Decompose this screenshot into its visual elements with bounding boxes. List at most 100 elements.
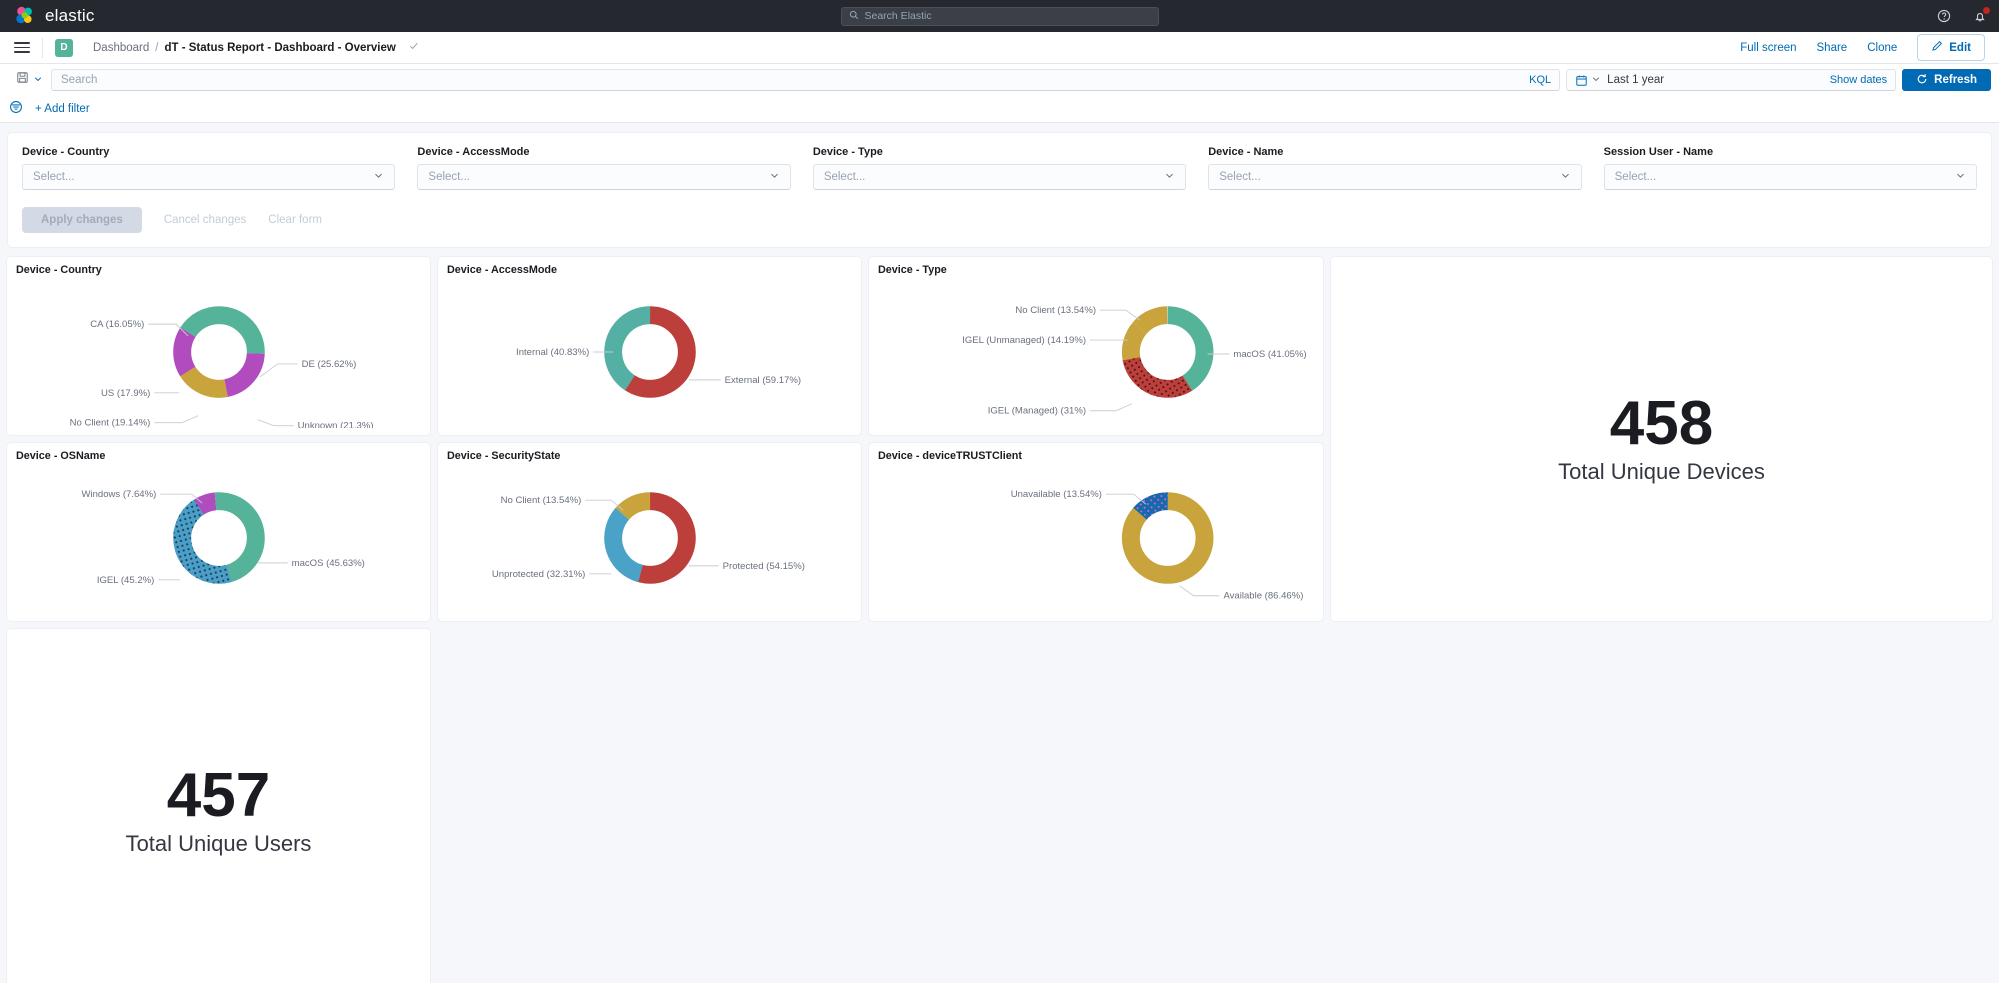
slice-label: macOS (45.63%): [292, 558, 365, 569]
control-select[interactable]: Select...: [22, 164, 395, 190]
chevron-down-icon: [1955, 170, 1966, 184]
breadcrumb-dashboard[interactable]: Dashboard: [93, 42, 149, 54]
slice-label: Unavailable (13.54%): [1011, 489, 1102, 500]
divider: [42, 38, 43, 58]
edit-button-label: Edit: [1949, 42, 1971, 54]
breadcrumb-current[interactable]: dT - Status Report - Dashboard - Overvie…: [164, 42, 395, 54]
global-search-placeholder: Search Elastic: [865, 10, 932, 22]
slice-label: macOS (41.05%): [1233, 349, 1306, 360]
global-topbar: elastic Search Elastic: [0, 0, 1999, 32]
refresh-icon: [1916, 73, 1928, 88]
time-range-value[interactable]: Last 1 year: [1607, 74, 1664, 86]
search-input[interactable]: Search KQL: [51, 69, 1560, 91]
donut-chart-device-country[interactable]: DE (25.62%) Unknown (21.3%) No Client (1…: [7, 276, 430, 428]
panel-device-accessmode: Device - AccessMode External (59.17%) In…: [437, 256, 862, 436]
panel-title: Device - AccessMode: [438, 257, 861, 276]
calendar-icon[interactable]: [1575, 71, 1601, 89]
control-select[interactable]: Select...: [1604, 164, 1977, 190]
panel-device-devicetrustclient: Device - deviceTRUSTClient Available (86…: [868, 442, 1324, 622]
control-select-value: Select...: [824, 171, 866, 183]
filter-icon[interactable]: [9, 100, 23, 119]
add-filter-button[interactable]: + Add filter: [35, 103, 90, 115]
slice-label: Internal (40.83%): [516, 347, 589, 358]
elastic-logo[interactable]: elastic: [0, 5, 95, 27]
control-label: Device - Type: [813, 146, 1186, 158]
share-button[interactable]: Share: [1817, 42, 1848, 54]
filter-bar: + Add filter: [0, 96, 1999, 123]
hamburger-menu-icon[interactable]: [14, 42, 30, 53]
dashboard-actions: Full screen Share Clone Edit: [1740, 34, 1985, 61]
saved-query-button[interactable]: [8, 69, 51, 91]
control-device-accessmode: Device - AccessMode Select...: [417, 146, 790, 190]
panel-title: Device - Type: [869, 257, 1323, 276]
slice-label: DE (25.62%): [302, 359, 357, 370]
chevron-down-icon: [769, 170, 780, 184]
global-search-input[interactable]: Search Elastic: [841, 7, 1159, 26]
control-select[interactable]: Select...: [1208, 164, 1581, 190]
clone-button[interactable]: Clone: [1867, 42, 1897, 54]
chevron-down-icon: [1560, 170, 1571, 184]
slice-label: US (17.9%): [101, 388, 150, 399]
panel-title: Device - deviceTRUSTClient: [869, 443, 1323, 462]
metric-value: 458: [1610, 393, 1713, 455]
slice-label: Protected (54.15%): [723, 561, 805, 572]
slice-label: No Client (13.54%): [501, 495, 582, 506]
control-label: Device - Country: [22, 146, 395, 158]
slice-label: IGEL (Managed) (31%): [988, 406, 1086, 417]
breadcrumb: Dashboard / dT - Status Report - Dashboa…: [93, 40, 420, 55]
slice-label: Unknown (21.3%): [298, 421, 374, 428]
donut-chart-device-devicetrustclient[interactable]: Available (86.46%) Unavailable (13.54%): [869, 462, 1323, 614]
control-select-value: Select...: [1219, 171, 1261, 183]
control-label: Device - AccessMode: [417, 146, 790, 158]
query-language-button[interactable]: KQL: [1529, 74, 1551, 86]
full-screen-button[interactable]: Full screen: [1740, 42, 1796, 54]
control-select-value: Select...: [428, 171, 470, 183]
app-badge[interactable]: D: [55, 39, 73, 57]
control-device-type: Device - Type Select...: [813, 146, 1186, 190]
donut-chart-device-type[interactable]: macOS (41.05%) IGEL (Managed) (31%) IGEL…: [869, 276, 1323, 428]
control-label: Device - Name: [1208, 146, 1581, 158]
breadcrumb-bar: D Dashboard / dT - Status Report - Dashb…: [0, 32, 1999, 64]
cancel-changes-button[interactable]: Cancel changes: [164, 214, 246, 226]
donut-chart-device-securitystate[interactable]: Protected (54.15%) Unprotected (32.31%) …: [438, 462, 861, 614]
donut-chart-device-accessmode[interactable]: External (59.17%) Internal (40.83%): [438, 276, 861, 428]
elastic-logo-icon: [14, 5, 36, 27]
slice-label: Available (86.46%): [1223, 591, 1303, 602]
save-disk-icon: [16, 71, 29, 89]
slice-label: No Client (19.14%): [70, 418, 151, 428]
chevron-down-icon: [1164, 170, 1175, 184]
slice-label: Unprotected (32.31%): [492, 569, 585, 580]
show-dates-button[interactable]: Show dates: [1830, 74, 1887, 86]
panel-total-unique-users: 457 Total Unique Users: [6, 628, 431, 983]
slice-label: Windows (7.64%): [81, 489, 156, 500]
clear-form-button[interactable]: Clear form: [268, 214, 322, 226]
date-picker[interactable]: Last 1 year Show dates: [1566, 69, 1896, 91]
topbar-actions: [1937, 0, 1987, 32]
panel-title: Device - OSName: [7, 443, 430, 462]
panel-device-osname: Device - OSName macOS (45.63%): [6, 442, 431, 622]
edit-button[interactable]: Edit: [1917, 34, 1985, 61]
search-icon: [849, 7, 859, 25]
control-select[interactable]: Select...: [813, 164, 1186, 190]
metric-label: Total Unique Users: [126, 831, 312, 857]
panel-total-unique-devices: 458 Total Unique Devices: [1330, 256, 1993, 622]
pencil-icon: [1931, 40, 1943, 55]
refresh-button[interactable]: Refresh: [1902, 69, 1991, 91]
search-input-placeholder: Search: [61, 74, 97, 86]
breadcrumb-separator: /: [155, 42, 158, 54]
control-select-value: Select...: [33, 171, 75, 183]
dashboard-grid: Device - Country DE (25.62%): [0, 248, 1999, 983]
help-icon[interactable]: [1937, 9, 1951, 23]
alerts-icon[interactable]: [1973, 9, 1987, 23]
chevron-down-icon: [1591, 71, 1601, 89]
control-session-user-name: Session User - Name Select...: [1604, 146, 1977, 190]
slice-label: No Client (13.54%): [1015, 305, 1096, 316]
controls-row: Device - Country Select... Device - Acce…: [22, 146, 1977, 190]
donut-chart-device-osname[interactable]: macOS (45.63%) IGEL (45.2%) Windows (7.6…: [7, 462, 430, 614]
refresh-button-label: Refresh: [1934, 74, 1977, 86]
alerts-badge: [1983, 7, 1990, 14]
control-select[interactable]: Select...: [417, 164, 790, 190]
apply-changes-button[interactable]: Apply changes: [22, 207, 142, 233]
control-select-value: Select...: [1615, 171, 1657, 183]
panel-device-country: Device - Country DE (25.62%): [6, 256, 431, 436]
